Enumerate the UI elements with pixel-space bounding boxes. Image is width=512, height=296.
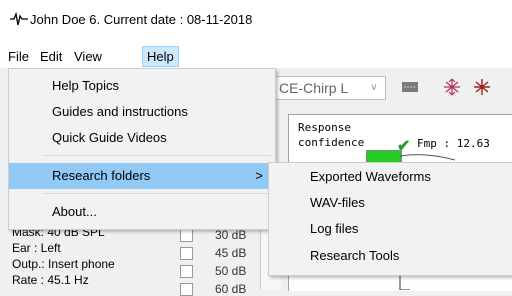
level-label: 50 dB: [215, 264, 247, 278]
menu-separator: [43, 193, 271, 194]
menu-edit[interactable]: Edit: [36, 47, 66, 66]
waveform-app-icon: [10, 12, 28, 26]
menu-item-label: Help Topics: [52, 78, 119, 93]
menu-item-research-folders[interactable]: Research folders >: [9, 163, 275, 189]
stimulus-value: CE-Chirp L: [279, 80, 349, 96]
menu-item-quick-guide-videos[interactable]: Quick Guide Videos: [9, 125, 275, 151]
level-label: 60 dB: [215, 282, 247, 296]
menu-item-about[interactable]: About...: [9, 199, 275, 225]
fmp-value: Fmp : 12.63: [417, 137, 490, 150]
bar-icon[interactable]: [400, 78, 420, 96]
response-label-line2: confidence: [298, 136, 365, 149]
recording-info: Mask: 40 dB SPL Ear : Left Outp.: Insert…: [12, 224, 115, 288]
level-checkbox[interactable]: [180, 247, 193, 260]
level-checkbox[interactable]: [180, 229, 193, 242]
rate-info: Rate : 45.1 Hz: [12, 273, 89, 287]
submenu-item-wav-files[interactable]: WAV-files: [269, 190, 512, 216]
submenu-item-research-tools[interactable]: Research Tools: [269, 243, 512, 269]
submenu-item-label: Exported Waveforms: [310, 169, 431, 184]
research-folders-submenu: Exported Waveforms WAV-files Log files R…: [268, 162, 512, 276]
menu-file[interactable]: File: [4, 47, 33, 66]
response-confidence-label: Response confidence: [298, 120, 364, 150]
menu-item-label: Research folders: [52, 168, 151, 183]
menu-item-label: About...: [52, 204, 97, 219]
title-bar: John Doe 6. Current date : 08-11-2018: [0, 0, 512, 44]
chevron-down-icon: ∨: [370, 82, 378, 93]
window-title: John Doe 6. Current date : 08-11-2018: [30, 12, 253, 27]
menu-item-help-topics[interactable]: Help Topics: [9, 73, 275, 99]
submenu-item-label: WAV-files: [310, 195, 365, 210]
menu-item-label: Quick Guide Videos: [52, 130, 167, 145]
help-menu: Help Topics Guides and instructions Quic…: [8, 68, 276, 230]
stimulus-dropdown[interactable]: CE-Chirp L ∨: [270, 76, 386, 100]
menu-separator: [43, 155, 271, 156]
submenu-item-log-files[interactable]: Log files: [269, 216, 512, 242]
menu-item-label: Guides and instructions: [52, 104, 188, 119]
submenu-item-label: Log files: [310, 221, 359, 236]
menu-help[interactable]: Help: [142, 46, 179, 67]
submenu-item-label: Research Tools: [310, 248, 400, 263]
expand-arrows-icon[interactable]: [442, 78, 462, 96]
ear-info: Ear : Left: [12, 241, 61, 255]
output-info: Outp.: Insert phone: [12, 257, 115, 271]
response-label-line1: Response: [298, 121, 351, 134]
level-label: 45 dB: [215, 246, 247, 260]
level-label: 30 dB: [215, 228, 247, 242]
collapse-arrows-icon[interactable]: [472, 78, 492, 96]
menu-item-guides[interactable]: Guides and instructions: [9, 99, 275, 125]
menu-bar: File Edit View Help: [0, 44, 512, 68]
submenu-item-exported-waveforms[interactable]: Exported Waveforms: [269, 164, 512, 190]
level-checkbox[interactable]: [180, 265, 193, 278]
chevron-right-icon: >: [255, 168, 263, 183]
menu-view[interactable]: View: [70, 47, 106, 66]
